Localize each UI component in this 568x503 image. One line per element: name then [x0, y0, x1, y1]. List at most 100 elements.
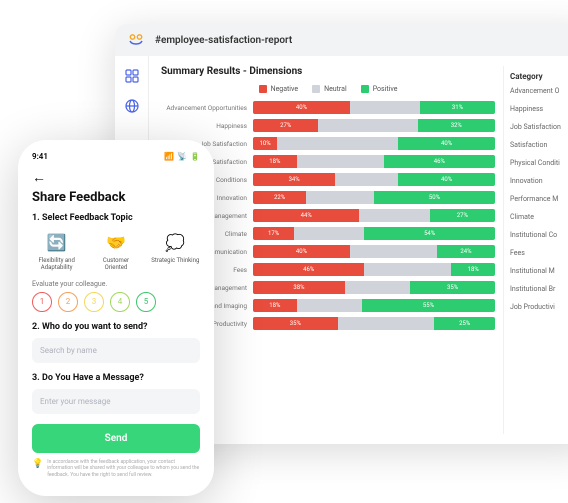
- wifi-icon: 📡: [177, 152, 187, 161]
- back-button[interactable]: ←: [32, 169, 200, 186]
- category-item[interactable]: Institutional Br: [510, 285, 568, 293]
- bar-segment-neu: [345, 281, 410, 294]
- bar-segment-pos: 32%: [418, 119, 495, 132]
- message-input[interactable]: [32, 389, 200, 414]
- bar-segment-neg: 34%: [253, 173, 335, 186]
- rating-1[interactable]: 1: [32, 292, 52, 312]
- nav-globe-icon[interactable]: [124, 98, 140, 114]
- bar-segment-neg: 46%: [253, 263, 364, 276]
- category-panel: Category Advancement OHappinessJob Satis…: [503, 66, 568, 434]
- bar-segment-pos: 40%: [398, 173, 495, 186]
- rating-2[interactable]: 2: [58, 292, 78, 312]
- category-item[interactable]: Climate: [510, 213, 568, 221]
- topic-icon: 🔄: [44, 229, 70, 255]
- category-item[interactable]: Happiness: [510, 105, 568, 113]
- bar-segment-neg: 22%: [253, 191, 306, 204]
- legend-negative: Negative: [259, 85, 299, 93]
- feedback-topic[interactable]: 🤝 Customer Oriented: [91, 229, 140, 272]
- topic-icon: 💭: [162, 229, 188, 255]
- category-item[interactable]: Physical Conditi: [510, 159, 568, 167]
- stacked-bar: 17% 54%: [253, 227, 495, 240]
- signal-icon: 📶: [164, 152, 174, 161]
- stacked-bar: 27% 32%: [253, 119, 495, 132]
- bar-segment-pos: 27%: [430, 209, 495, 222]
- bar-segment-neu: [364, 263, 451, 276]
- bar-segment-neg: 40%: [253, 101, 350, 114]
- category-list: Advancement O Happiness Job Satisfaction Sa…: [510, 87, 568, 311]
- category-item[interactable]: Institutional M: [510, 267, 568, 275]
- category-item[interactable]: Job Satisfaction: [510, 123, 568, 131]
- stacked-bar: 35%25%: [253, 317, 495, 330]
- bar-segment-neu: [335, 173, 398, 186]
- category-item[interactable]: Job Productivi: [510, 303, 568, 311]
- bar-segment-pos: 24%: [437, 245, 495, 258]
- feedback-topics: 🔄Flexibility and Adaptability 🤝 Customer O…: [32, 229, 200, 272]
- chart-row-label: Happiness: [161, 122, 249, 130]
- feedback-topic[interactable]: 💭Strategic Thinking: [151, 229, 200, 272]
- evaluate-label: Evaluate your colleague.: [32, 280, 200, 288]
- send-button[interactable]: Send: [32, 424, 200, 453]
- disclaimer-text: In accordance with the feedback applicat…: [47, 459, 200, 479]
- bar-segment-neg: 38%: [253, 281, 345, 294]
- bar-segment-neu: [318, 119, 417, 132]
- stacked-bar: 38%35%: [253, 281, 495, 294]
- topic-icon: 🤝: [103, 229, 129, 255]
- category-item[interactable]: Performance M: [510, 195, 568, 203]
- category-item[interactable]: Innovation: [510, 177, 568, 185]
- bar-segment-pos: 54%: [364, 227, 495, 240]
- section-1-label: 1. Select Feedback Topic: [32, 213, 200, 223]
- rating-5[interactable]: 5: [136, 292, 156, 312]
- bar-segment-neu: [350, 101, 420, 114]
- chart-row-label: Advancement Opportunities: [161, 104, 249, 112]
- section-2-label: 2. Who do you want to send?: [32, 322, 200, 332]
- bar-segment-pos: 40%: [398, 137, 495, 150]
- bar-segment-neg: 18%: [253, 299, 297, 312]
- status-time: 9:41: [32, 152, 48, 161]
- chart-legend: Negative Neutral Positive: [161, 85, 495, 93]
- category-item[interactable]: Fees: [510, 249, 568, 257]
- bar-segment-neu: [297, 299, 362, 312]
- battery-icon: 🔋: [190, 152, 200, 161]
- bar-segment-neu: [294, 227, 364, 240]
- feedback-topic[interactable]: 🔄Flexibility and Adaptability: [32, 229, 81, 272]
- search-colleague-input[interactable]: [32, 338, 200, 363]
- status-icons: 📶 📡 🔋: [164, 152, 200, 161]
- stacked-bar: 10%40%: [253, 137, 495, 150]
- bar-segment-neu: [338, 317, 435, 330]
- stacked-bar: 34% 40%: [253, 173, 495, 186]
- chart-row: Advancement Opportunities 40% 31%: [161, 101, 495, 114]
- legend-neutral: Neutral: [312, 85, 347, 93]
- bar-segment-pos: 50%: [374, 191, 495, 204]
- legend-positive: Positive: [361, 85, 398, 93]
- dashboard-title: #employee-satisfaction-report: [155, 35, 292, 46]
- bar-segment-neg: 17%: [253, 227, 294, 240]
- chart-row: Job Satisfaction10%40%: [161, 137, 495, 150]
- chart-title: Summary Results - Dimensions: [161, 66, 495, 77]
- stacked-bar: 40% 24%: [253, 245, 495, 258]
- rating-group: 12345: [32, 292, 200, 312]
- bar-segment-pos: 31%: [420, 101, 495, 114]
- bar-segment-neg: 27%: [253, 119, 318, 132]
- bar-segment-neg: 40%: [253, 245, 350, 258]
- stacked-bar: 40% 31%: [253, 101, 495, 114]
- topic-label: Customer Oriented: [91, 258, 140, 272]
- section-3-label: 3. Do You Have a Message?: [32, 373, 200, 383]
- disclaimer: 💡 In accordance with the feedback applic…: [32, 459, 200, 479]
- rating-3[interactable]: 3: [84, 292, 104, 312]
- stacked-bar: 18%46%: [253, 155, 495, 168]
- bar-segment-neg: 44%: [253, 209, 359, 222]
- category-item[interactable]: Institutional Co: [510, 231, 568, 239]
- bar-segment-neg: 35%: [253, 317, 338, 330]
- dashboard-header: #employee-satisfaction-report: [115, 24, 568, 56]
- bar-segment-neu: [297, 155, 384, 168]
- bar-segment-neu: [277, 137, 398, 150]
- category-item[interactable]: Advancement O: [510, 87, 568, 95]
- rating-4[interactable]: 4: [110, 292, 130, 312]
- brand-logo: [125, 29, 147, 51]
- stacked-bar: 44% 27%: [253, 209, 495, 222]
- bar-segment-pos: 55%: [362, 299, 495, 312]
- nav-apps-icon[interactable]: [124, 68, 140, 84]
- chart-row: Happiness 27% 32%: [161, 119, 495, 132]
- lightbulb-icon: 💡: [32, 459, 43, 469]
- category-item[interactable]: Satisfaction: [510, 141, 568, 149]
